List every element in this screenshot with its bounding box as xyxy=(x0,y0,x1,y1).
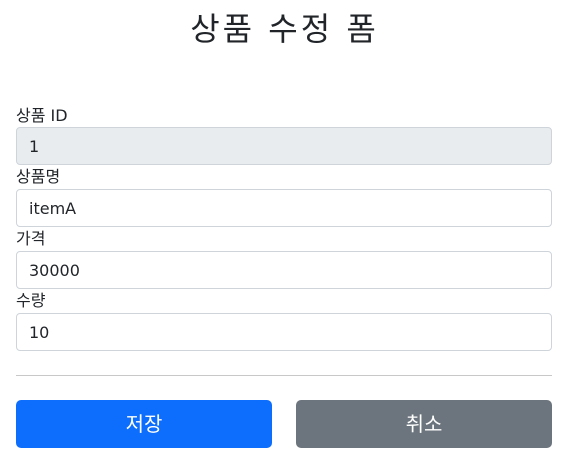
quantity-input[interactable] xyxy=(16,313,552,351)
page-title: 상품 수정 폼 xyxy=(190,10,379,48)
item-name-label: 상품명 xyxy=(16,167,61,186)
cancel-button[interactable]: 취소 xyxy=(296,400,552,448)
quantity-label: 수량 xyxy=(16,291,46,310)
item-name-input[interactable] xyxy=(16,189,552,227)
item-id-input[interactable] xyxy=(16,127,552,165)
price-label: 가격 xyxy=(16,229,46,248)
item-edit-form: 상품 수정 폼 상품 ID 상품명 가격 수량 저장 취소 xyxy=(0,0,569,463)
form-divider xyxy=(16,375,552,376)
price-input[interactable] xyxy=(16,251,552,289)
save-button[interactable]: 저장 xyxy=(16,400,272,448)
item-id-label: 상품 ID xyxy=(16,106,68,125)
